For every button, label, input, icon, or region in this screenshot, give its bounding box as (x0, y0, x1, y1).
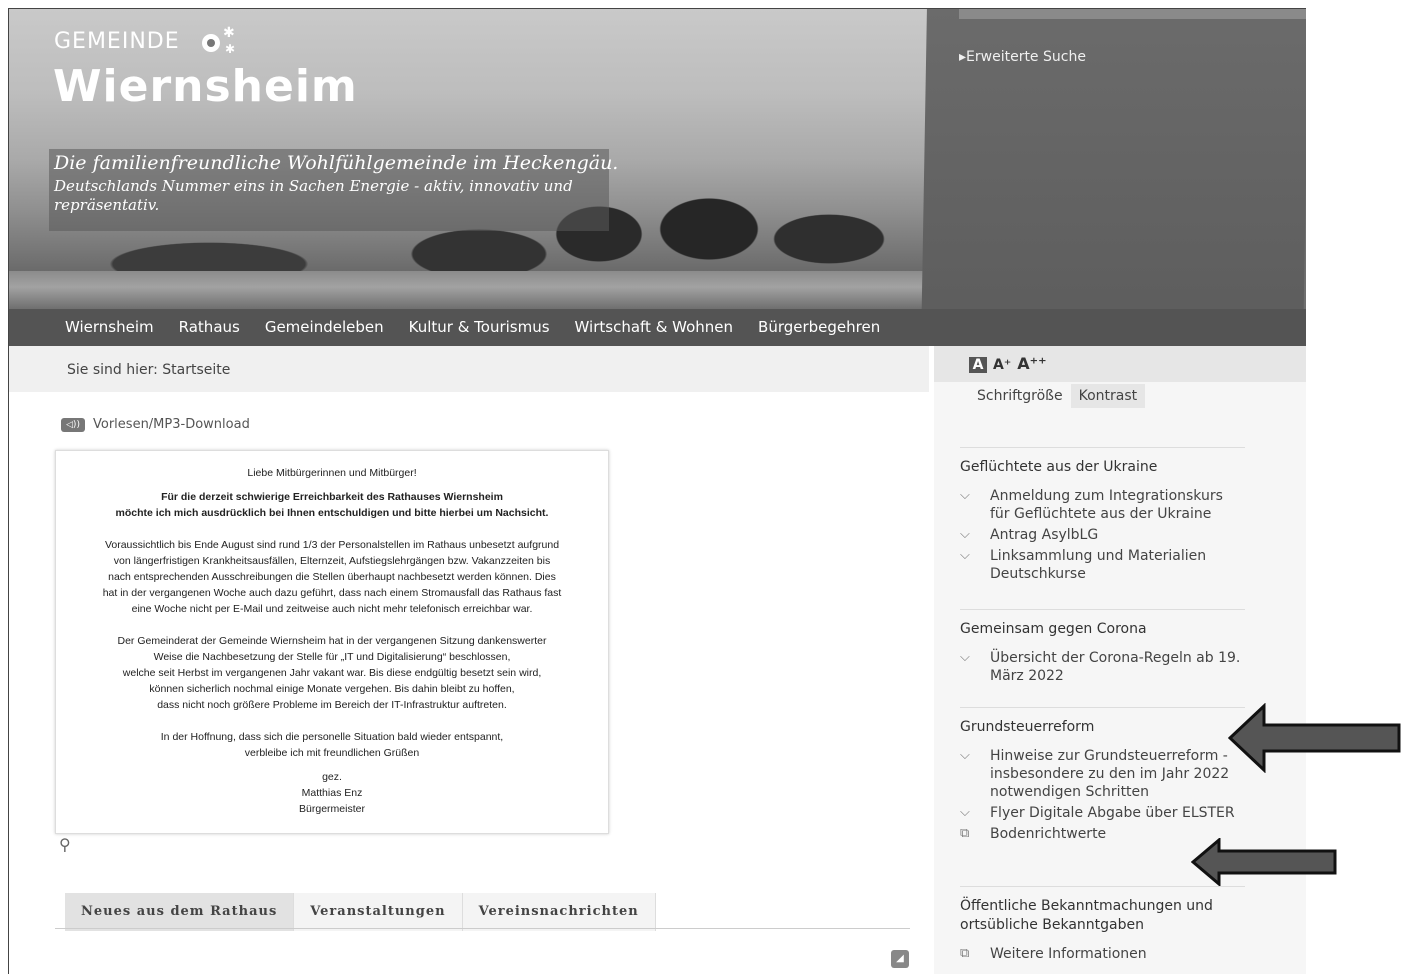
sidebar-section-grundsteuer: Grundsteuerreform ⌵ Hinweise zur Grundste… (960, 707, 1245, 846)
external-link-icon: ⧉ (960, 946, 970, 961)
tab-divider (55, 928, 910, 929)
document-icon: ⌵ (960, 527, 970, 542)
svg-text:✱: ✱ (223, 25, 235, 41)
tagline-primary: Die familienfreundliche Wohlfühlgemeinde… (54, 152, 619, 174)
sidebar-link-label: Anmeldung zum Integrationskurs für Geflü… (990, 488, 1223, 522)
section-divider (960, 609, 1245, 610)
header-right-panel-top (959, 9, 1306, 19)
logo-flower-icon: ✱ ✱ (202, 25, 235, 56)
nav-item-gemeindeleben[interactable]: Gemeindeleben (265, 318, 384, 336)
letter-greeting: Liebe Mitbürgerinnen und Mitbürger! (247, 467, 417, 479)
arrow-left-icon (1191, 838, 1337, 886)
letter-line: welche seit Herbst im vergangenen Jahr v… (122, 667, 542, 679)
sidebar-link-label: Flyer Digitale Abgabe über ELSTER (990, 805, 1235, 821)
document-icon: ⌵ (960, 748, 970, 763)
sidebar-link[interactable]: ⌵ Flyer Digitale Abgabe über ELSTER (960, 804, 1245, 822)
sidebar-link-label: Antrag AsylbLG (990, 527, 1099, 543)
sidebar-section-ukraine: Geflüchtete aus der Ukraine ⌵ Anmeldung z… (960, 447, 1245, 586)
contrast-tab[interactable]: Kontrast (1070, 384, 1146, 408)
document-icon: ⌵ (960, 650, 970, 665)
sidebar-link[interactable]: ⧉ Weitere Informationen (960, 945, 1245, 963)
section-divider (960, 886, 1245, 887)
section-title: Grundsteuerreform (960, 719, 1095, 735)
sidebar-link[interactable]: ⌵ Anmeldung zum Integrationskurs für Gefl… (960, 487, 1245, 523)
letter-signature: Bürgermeister (299, 803, 365, 815)
nav-item-wirtschaft-wohnen[interactable]: Wirtschaft & Wohnen (575, 318, 734, 336)
font-size-controls: A A⁺ A⁺⁺ (969, 354, 1047, 373)
notice-image: Liebe Mitbürgerinnen und Mitbürger! Für … (55, 450, 609, 834)
extended-search-link[interactable]: ▸Erweiterte Suche (959, 49, 1086, 65)
tab-vereinsnachrichten[interactable]: Vereinsnachrichten (462, 893, 656, 931)
sidebar-link[interactable]: ⌵ Antrag AsylbLG (960, 526, 1245, 544)
sidebar-link-label: Weitere Informationen (990, 946, 1147, 962)
tab-veranstaltungen[interactable]: Veranstaltungen (294, 893, 463, 931)
tagline-secondary: Deutschlands Nummer eins in Sachen Energ… (54, 177, 573, 214)
letter-line: nach entsprechenden Ausschreibungen die … (108, 571, 556, 583)
display-options: Schriftgröße Kontrast (969, 384, 1146, 408)
sidebar-section-bekanntmachungen: Öffentliche Bekanntmachungen und ortsübl… (960, 886, 1245, 966)
sidebar-link[interactable]: ⌵ Hinweise zur Grundsteuerreform - insbes… (960, 747, 1245, 801)
section-title: Öffentliche Bekanntmachungen und ortsübl… (960, 898, 1213, 933)
font-size-xlarge-button[interactable]: A⁺⁺ (1017, 354, 1046, 373)
triangle-right-icon: ▸ (959, 49, 967, 65)
document-icon: ⌵ (960, 805, 970, 820)
header-field (9, 271, 929, 311)
sidebar-section-corona: Gemeinsam gegen Corona ⌵ Übersicht der Co… (960, 609, 1245, 688)
nav-item-rathaus[interactable]: Rathaus (179, 318, 240, 336)
tab-neues-aus-dem-rathaus[interactable]: Neues aus dem Rathaus (65, 893, 295, 931)
rss-icon[interactable]: ◢ (891, 950, 909, 968)
letter-line: Der Gemeinderat der Gemeinde Wiernsheim … (117, 635, 547, 647)
extended-search-label: Erweiterte Suche (966, 49, 1086, 65)
sidebar-link-label: Übersicht der Corona-Regeln ab 19. März … (990, 650, 1241, 684)
nav-item-wiernsheim[interactable]: Wiernsheim (65, 318, 154, 336)
section-title: Geflüchtete aus der Ukraine (960, 459, 1158, 475)
document-icon: ⌵ (960, 488, 970, 503)
font-size-normal-button[interactable]: A (969, 357, 987, 373)
document-icon: ⌵ (960, 548, 970, 563)
read-aloud-link[interactable]: ◁)) Vorlesen/MP3-Download (61, 417, 250, 432)
section-title: Gemeinsam gegen Corona (960, 621, 1147, 637)
letter-line: Weise die Nachbesetzung der Stelle für „… (153, 651, 511, 663)
letter-signature: Matthias Enz (301, 787, 363, 799)
read-aloud-label: Vorlesen/MP3-Download (93, 417, 250, 432)
nav-item-buergerbegehren[interactable]: Bürgerbegehren (758, 318, 880, 336)
nav-item-kultur-tourismus[interactable]: Kultur & Tourismus (409, 318, 550, 336)
arrow-left-icon (1228, 703, 1401, 773)
section-divider (960, 447, 1245, 448)
sidebar-link-label: Hinweise zur Grundsteuerreform - insbeso… (990, 748, 1230, 800)
letter-signature: gez. (322, 771, 342, 783)
letter-line: Voraussichtlich bis Ende August sind run… (104, 539, 560, 551)
svg-text:✱: ✱ (225, 42, 235, 56)
news-tabs: Neues aus dem Rathaus Veranstaltungen Ve… (65, 893, 656, 931)
magnify-icon[interactable]: ⚲ (59, 835, 79, 855)
logo-subtitle[interactable]: Gemeinde (54, 29, 180, 54)
letter-line: In der Hoffnung, dass sich die personell… (160, 731, 504, 743)
letter-line: können sicherlich nochmal einige Monate … (149, 683, 515, 695)
letter-bold-line: Für die derzeit schwierige Erreichbarkei… (161, 491, 503, 503)
section-divider (960, 707, 1245, 708)
letter-bold-line: möchte ich mich ausdrücklich bei Ihnen e… (115, 507, 549, 519)
external-link-icon: ⧉ (960, 826, 970, 841)
header-banner: Gemeinde ✱ ✱ Wiernsheim Die familienfreu… (9, 9, 1306, 346)
sidebar-link[interactable]: ⌵ Linksammlung und Materialien Deutschkur… (960, 547, 1245, 583)
breadcrumb: Sie sind hier: Startseite (67, 362, 231, 378)
letter-line: dass nicht noch größere Probleme im Bere… (157, 699, 507, 711)
browser-page: Gemeinde ✱ ✱ Wiernsheim Die familienfreu… (8, 8, 1306, 974)
sidebar-link-label: Linksammlung und Materialien Deutschkurs… (990, 548, 1207, 582)
letter-line: von längerfristigen Krankheitsausfällen,… (113, 555, 551, 567)
logo-title[interactable]: Wiernsheim (53, 61, 358, 112)
sidebar-link[interactable]: ⌵ Übersicht der Corona-Regeln ab 19. März… (960, 649, 1245, 685)
letter-line: verbleibe ich mit freundlichen Grüßen (244, 747, 420, 759)
letter-line: eine Woche nicht per E-Mail und zeitweis… (131, 603, 533, 615)
letter-line: hat in der vergangenen Woche auch dazu g… (102, 587, 562, 599)
speaker-icon: ◁)) (61, 417, 85, 432)
font-size-large-button[interactable]: A⁺ (993, 357, 1011, 373)
main-nav: Wiernsheim Rathaus Gemeindeleben Kultur … (65, 318, 905, 336)
font-size-tab[interactable]: Schriftgröße (969, 384, 1071, 408)
